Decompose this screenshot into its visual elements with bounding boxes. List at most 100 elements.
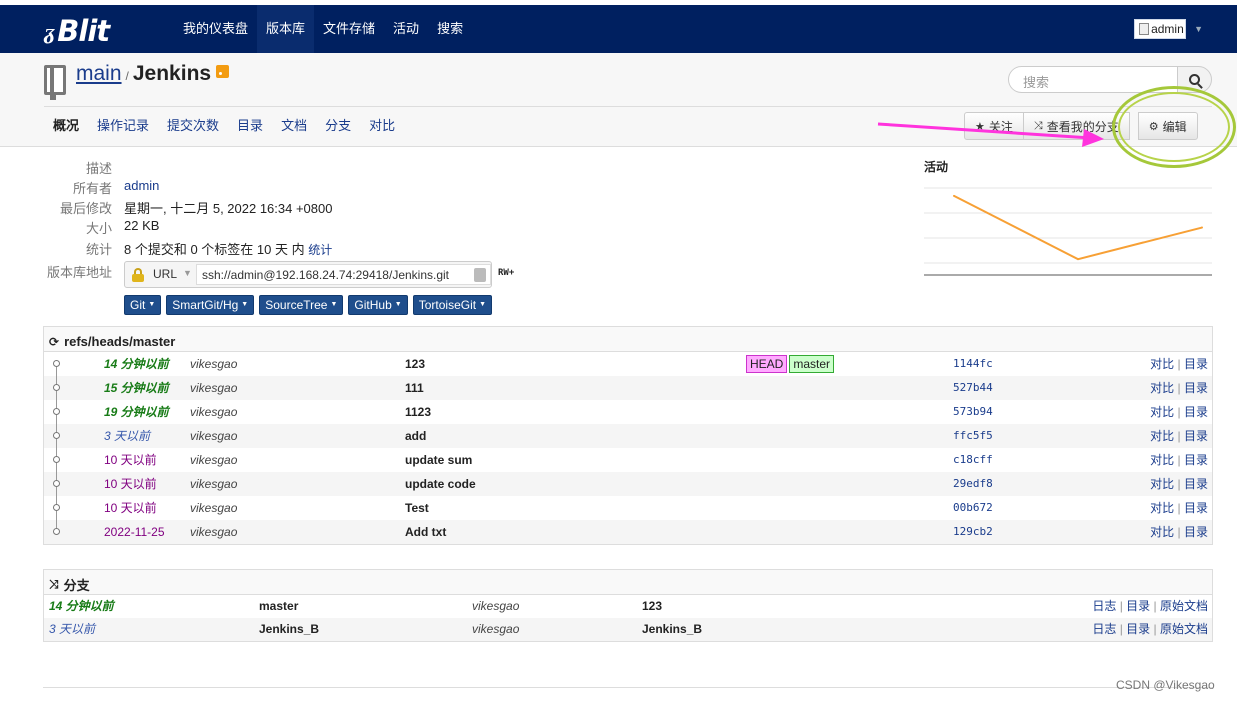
stats-label: 统计 (85, 242, 112, 257)
commit-age: 15 分钟以前 (104, 381, 169, 395)
client-smartgit-button[interactable]: SmartGit/Hg ▼ (166, 295, 255, 315)
commit-sha[interactable]: 573b94 (953, 400, 993, 424)
owner-link[interactable]: admin (124, 178, 159, 193)
repository-name[interactable]: Jenkins (133, 62, 211, 86)
user-menu[interactable]: admin ▼ (1134, 19, 1203, 39)
commit-sha[interactable]: ffc5f5 (953, 424, 993, 448)
gitblit-logo[interactable]: ᵹ Blit (44, 11, 110, 47)
log-link[interactable]: 日志 (1092, 599, 1116, 613)
tree-link[interactable]: 目录 (1184, 525, 1208, 539)
commit-message[interactable]: 1123 (405, 400, 431, 424)
commit-author[interactable]: vikesgao (190, 400, 237, 424)
repository-url-field[interactable]: ssh://admin@192.168.24.74:29418/Jenkins.… (196, 264, 491, 285)
tab-reflog[interactable]: 操作记录 (88, 109, 158, 143)
branch-actions: 日志 | 目录 | 原始文档 (1092, 595, 1208, 618)
nav-filestore[interactable]: 文件存储 (314, 5, 384, 53)
chevron-down-icon: ▼ (479, 301, 487, 308)
compare-link[interactable]: 对比 (1150, 525, 1174, 539)
commit-sha[interactable]: c18cff (953, 448, 993, 472)
compare-link[interactable]: 对比 (1150, 477, 1174, 491)
compare-link[interactable]: 对比 (1150, 381, 1174, 395)
compare-link[interactable]: 对比 (1150, 453, 1174, 467)
project-link[interactable]: main (76, 62, 122, 86)
branch-message[interactable]: 123 (642, 595, 662, 618)
nav-repositories[interactable]: 版本库 (257, 5, 315, 53)
tree-link[interactable]: 目录 (1184, 357, 1208, 371)
avatar[interactable]: admin (1134, 19, 1187, 39)
branch-name[interactable]: Jenkins_B (259, 618, 319, 641)
commit-author[interactable]: vikesgao (190, 352, 237, 376)
tree-link[interactable]: 目录 (1184, 453, 1208, 467)
activity-chart (924, 187, 1212, 276)
nav-search[interactable]: 搜索 (428, 5, 472, 53)
commit-author[interactable]: vikesgao (190, 376, 237, 400)
commit-sha[interactable]: 527b44 (953, 376, 993, 400)
copy-icon[interactable] (474, 268, 486, 282)
footer-divider (43, 687, 1213, 688)
commit-sha[interactable]: 29edf8 (953, 472, 993, 496)
repository-url-text: ssh://admin@192.168.24.74:29418/Jenkins.… (202, 268, 450, 282)
tab-compare[interactable]: 对比 (360, 109, 404, 143)
commit-message[interactable]: 111 (405, 376, 424, 400)
commit-message[interactable]: 123 (405, 352, 425, 376)
commit-sha[interactable]: 1144fc (953, 352, 993, 376)
client-git-button[interactable]: Git ▼ (124, 295, 162, 315)
commit-author[interactable]: vikesgao (190, 472, 237, 496)
branch-name[interactable]: master (259, 595, 298, 618)
tab-summary[interactable]: 概况 (44, 109, 88, 143)
commit-author[interactable]: vikesgao (190, 424, 237, 448)
compare-link[interactable]: 对比 (1150, 429, 1174, 443)
tree-link[interactable]: 目录 (1184, 477, 1208, 491)
commit-actions: 对比 | 目录 (1150, 352, 1208, 376)
commit-message[interactable]: add (405, 424, 426, 448)
commit-sha[interactable]: 00b672 (953, 496, 993, 520)
tree-link[interactable]: 目录 (1126, 599, 1150, 613)
commits-panel-header: ⟳ refs/heads/master (44, 327, 1212, 352)
commit-message[interactable]: Add txt (405, 520, 446, 544)
commit-author[interactable]: vikesgao (190, 496, 237, 520)
tab-docs[interactable]: 文档 (272, 109, 316, 143)
compare-link[interactable]: 对比 (1150, 357, 1174, 371)
branches-title[interactable]: 分支 (64, 575, 90, 594)
commit-message[interactable]: update sum (405, 448, 472, 472)
client-sourcetree-button[interactable]: SourceTree ▼ (259, 295, 344, 315)
log-link[interactable]: 日志 (1092, 622, 1116, 636)
branch-author[interactable]: vikesgao (472, 595, 519, 618)
tab-tree[interactable]: 目录 (228, 109, 272, 143)
commit-author[interactable]: vikesgao (190, 448, 237, 472)
commit-message[interactable]: update code (405, 472, 476, 496)
docs-link[interactable]: 原始文档 (1160, 622, 1208, 636)
chevron-down-icon[interactable]: ▼ (183, 268, 192, 278)
rss-icon[interactable] (216, 65, 230, 78)
nav-activity[interactable]: 活动 (384, 5, 428, 53)
commit-graph-node (47, 352, 67, 376)
client-tortoisegit-button[interactable]: TortoiseGit ▼ (412, 295, 493, 315)
commit-author[interactable]: vikesgao (190, 520, 237, 544)
logo-mark: ᵹ (44, 19, 56, 45)
tab-commits[interactable]: 提交次数 (158, 109, 228, 143)
tree-link[interactable]: 目录 (1184, 405, 1208, 419)
tree-link[interactable]: 目录 (1184, 429, 1208, 443)
nav-dashboard[interactable]: 我的仪表盘 (174, 5, 257, 53)
table-row: 2022-11-25 vikesgao Add txt 129cb2 对比 | 目录 (44, 520, 1212, 544)
docs-link[interactable]: 原始文档 (1160, 599, 1208, 613)
activity-point (953, 194, 955, 197)
head-ref-badge[interactable]: HEAD (746, 355, 788, 373)
ref-link[interactable]: refs/heads/master (64, 334, 175, 349)
stats-link[interactable]: 统计 (308, 243, 332, 257)
commit-sha[interactable]: 129cb2 (953, 520, 993, 544)
branch-message[interactable]: Jenkins_B (642, 618, 702, 641)
branch-author[interactable]: vikesgao (472, 618, 519, 641)
tree-link[interactable]: 目录 (1184, 381, 1208, 395)
client-github-button[interactable]: GitHub ▼ (348, 295, 408, 315)
tab-branches[interactable]: 分支 (316, 109, 360, 143)
compare-link[interactable]: 对比 (1150, 405, 1174, 419)
compare-link[interactable]: 对比 (1150, 501, 1174, 515)
branch-list: 14 分钟以前 master vikesgao 123 日志 | 目录 | 原始文档 3 … (44, 595, 1212, 641)
commit-message[interactable]: Test (405, 496, 429, 520)
chevron-down-icon[interactable]: ▼ (1194, 24, 1203, 34)
tree-link[interactable]: 目录 (1126, 622, 1150, 636)
url-type-selector[interactable]: URL (153, 267, 177, 281)
tree-link[interactable]: 目录 (1184, 501, 1208, 515)
branch-ref-badge[interactable]: master (789, 355, 835, 373)
